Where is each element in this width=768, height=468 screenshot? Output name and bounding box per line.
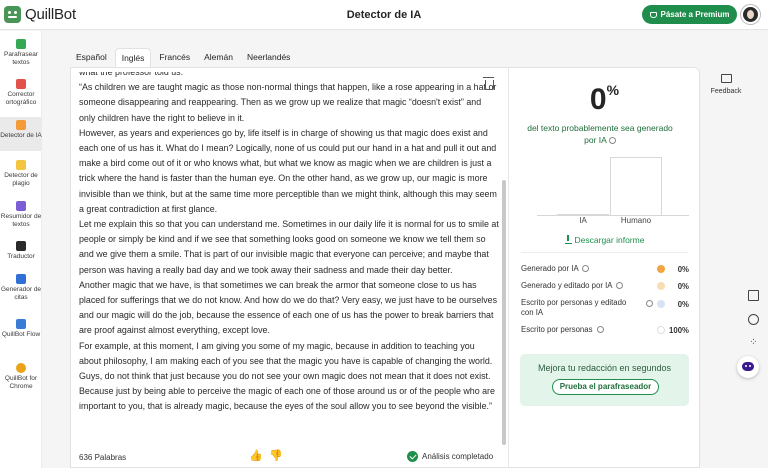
sidebar-item-quillbot-chrome[interactable]: QuillBot for Chrome — [0, 361, 42, 397]
tab-spanish[interactable]: Español — [70, 48, 113, 68]
chart-label-human: Humano — [620, 216, 652, 225]
stat-color-dot — [657, 265, 665, 273]
paragraph: For example, at this moment, I am giving… — [79, 340, 495, 412]
stat-color-dot — [657, 300, 665, 308]
go-premium-button[interactable]: Pásate a Premium — [642, 5, 737, 24]
check-circle-icon — [407, 451, 418, 462]
results-divider — [521, 252, 688, 253]
language-tabs: Español Inglés Francés Alemán Neerlandés — [70, 48, 296, 68]
feedback-button[interactable]: Feedback — [708, 74, 744, 95]
assistant-bot-icon[interactable] — [737, 356, 759, 378]
stat-label: Escrito por personas — [521, 325, 604, 335]
thumbs-down-icon[interactable]: 👎 — [269, 451, 283, 462]
stat-label-text: Generado por IA — [521, 264, 579, 273]
chart-bar-human — [610, 157, 662, 215]
flow-icon — [16, 319, 26, 329]
sidebar-item-paraphraser[interactable]: Parafrasear textos — [0, 37, 42, 69]
thumbs-up-icon[interactable]: 👍 — [249, 451, 263, 462]
sidebar-item-citation-generator[interactable]: Generador de citas — [0, 272, 42, 306]
detector-card: what the professor told us: “As children… — [70, 67, 700, 468]
feedback-icon — [720, 74, 732, 83]
go-premium-label: Pásate a Premium — [660, 10, 730, 19]
stat-value: 100% — [669, 326, 689, 335]
ai-detector-icon — [16, 120, 26, 130]
editor-footer: 636 Palabras 👍 👎 Análisis completado — [71, 446, 508, 468]
trash-icon[interactable] — [483, 77, 494, 90]
sidebar-item-grammar-checker[interactable]: Corrector ortográfico — [0, 77, 42, 109]
scrollbar-thumb[interactable] — [502, 180, 506, 445]
text-editor[interactable]: what the professor told us: “As children… — [79, 72, 499, 440]
avatar[interactable] — [741, 5, 760, 24]
sidebar-item-translator[interactable]: Traductor — [0, 239, 42, 265]
word-count: 636 Palabras — [79, 453, 127, 462]
paragraph: “As children we are taught magic as thos… — [79, 82, 497, 123]
stat-row-human-written: Escrito por personas 100% — [521, 325, 689, 337]
top-bar: QuillBot Detector de IA Pásate a Premium — [0, 0, 768, 30]
analysis-status: Análisis completado — [407, 451, 493, 462]
download-report-link[interactable]: Descargar informe — [509, 235, 700, 245]
diamond-icon — [649, 11, 657, 18]
stat-color-dot — [657, 326, 665, 334]
paragraph: However, as years and experiences go by,… — [79, 127, 497, 214]
ai-human-chart — [537, 156, 689, 216]
summarizer-icon — [16, 201, 26, 211]
chrome-icon — [16, 363, 26, 373]
stat-row-human-written-ai-edited: Escrito por personas y editado con IA 0% — [521, 298, 689, 320]
paraphrase-icon — [16, 39, 26, 49]
sidebar-item-summarizer[interactable]: Resumidor de textos — [0, 199, 42, 231]
feedback-label: Feedback — [710, 88, 742, 95]
stat-value: 0% — [677, 282, 689, 291]
sidebar: Parafrasear textos Corrector ortográfico… — [0, 31, 42, 468]
info-icon[interactable] — [582, 265, 590, 273]
paragraph: what the professor told us: — [79, 72, 184, 77]
results-panel: 0% del texto probablemente sea generado … — [509, 68, 700, 468]
download-icon — [564, 235, 572, 244]
tab-english[interactable]: Inglés — [114, 48, 152, 68]
apps-grid-icon[interactable]: ⁘ — [748, 337, 759, 348]
stat-color-dot — [657, 282, 665, 290]
description-text: del texto probablemente sea generado por… — [527, 123, 673, 145]
paragraph: Another magic that we have, is that some… — [79, 279, 498, 336]
tab-dutch[interactable]: Neerlandés — [241, 48, 296, 68]
info-icon[interactable] — [646, 300, 653, 307]
tab-german[interactable]: Alemán — [198, 48, 239, 68]
paraphraser-promo: Mejora tu redacción en segundos Prueba e… — [520, 354, 689, 406]
chrome-extension-icon[interactable] — [748, 314, 759, 325]
info-icon[interactable] — [616, 282, 624, 290]
sidebar-item-quillbot-flow[interactable]: QuillBot Flow — [0, 317, 42, 351]
tab-french[interactable]: Francés — [153, 48, 196, 68]
stat-label: Generado y editado por IA — [521, 281, 624, 291]
try-paraphraser-button[interactable]: Prueba el parafraseador — [552, 379, 659, 395]
stat-label-text: Escrito por personas — [521, 325, 593, 334]
info-icon[interactable] — [596, 326, 604, 334]
ai-percentage-value: 0 — [589, 83, 607, 116]
percent-sign: % — [606, 82, 620, 98]
plagiarism-icon — [16, 160, 26, 170]
download-report-label: Descargar informe — [574, 235, 645, 245]
stat-row-ai-generated-edited: Generado y editado por IA 0% — [521, 281, 689, 293]
ai-percentage-description: del texto probablemente sea generado por… — [521, 122, 679, 146]
stat-value: 0% — [677, 265, 689, 274]
stat-label: Generado por IA — [521, 264, 590, 274]
stat-row-ai-generated: Generado por IA 0% — [521, 264, 689, 276]
stat-label-text: Generado y editado por IA — [521, 281, 613, 290]
stat-value: 0% — [677, 300, 689, 309]
grammar-check-icon — [16, 79, 26, 89]
quote-icon — [16, 274, 26, 284]
ai-percentage: 0% — [509, 82, 700, 117]
sidebar-item-plagiarism-checker[interactable]: Detector de plagio — [0, 158, 42, 190]
book-icon[interactable] — [748, 290, 759, 301]
stat-label: Escrito por personas y editado con IA — [521, 298, 627, 317]
info-icon[interactable] — [608, 137, 616, 145]
sidebar-item-ai-detector[interactable]: Detector de IA — [0, 117, 42, 151]
chart-label-ai: IA — [579, 216, 587, 225]
promo-text: Mejora tu redacción en segundos — [537, 363, 672, 373]
analysis-status-label: Análisis completado — [422, 452, 494, 461]
translate-icon — [16, 241, 26, 251]
paragraph: Let me explain this so that you can unde… — [79, 219, 499, 275]
